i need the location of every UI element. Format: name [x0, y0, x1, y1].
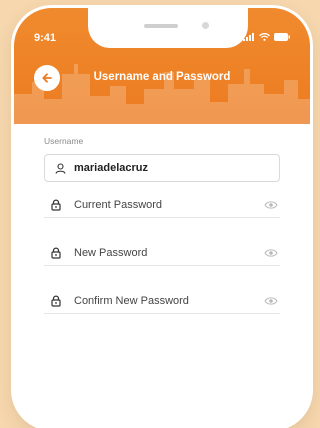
- notch-camera: [202, 22, 209, 29]
- lock-icon: [51, 247, 61, 259]
- new-password-placeholder: New Password: [74, 246, 148, 259]
- confirm-password-placeholder: Confirm New Password: [74, 294, 189, 307]
- status-icons: [243, 33, 290, 41]
- phone-frame: 9:41 Username and Password Username mari…: [14, 8, 310, 428]
- eye-icon[interactable]: [264, 248, 278, 258]
- user-icon: [55, 162, 66, 174]
- notch-speaker: [144, 24, 178, 28]
- lock-icon: [51, 295, 61, 307]
- wifi-icon: [259, 33, 270, 41]
- phone-notch: [88, 8, 248, 48]
- lock-icon: [51, 199, 61, 211]
- status-time: 9:41: [34, 32, 57, 44]
- username-field[interactable]: mariadelacruz: [44, 154, 280, 182]
- username-label: Username: [44, 136, 84, 146]
- confirm-password-field[interactable]: Confirm New Password: [44, 288, 280, 314]
- eye-icon[interactable]: [264, 200, 278, 210]
- eye-icon[interactable]: [264, 296, 278, 306]
- battery-icon: [274, 33, 290, 41]
- new-password-field[interactable]: New Password: [44, 240, 280, 266]
- current-password-field[interactable]: Current Password: [44, 192, 280, 218]
- page-title: Username and Password: [93, 71, 231, 83]
- username-value: mariadelacruz: [74, 162, 148, 174]
- current-password-placeholder: Current Password: [74, 198, 163, 211]
